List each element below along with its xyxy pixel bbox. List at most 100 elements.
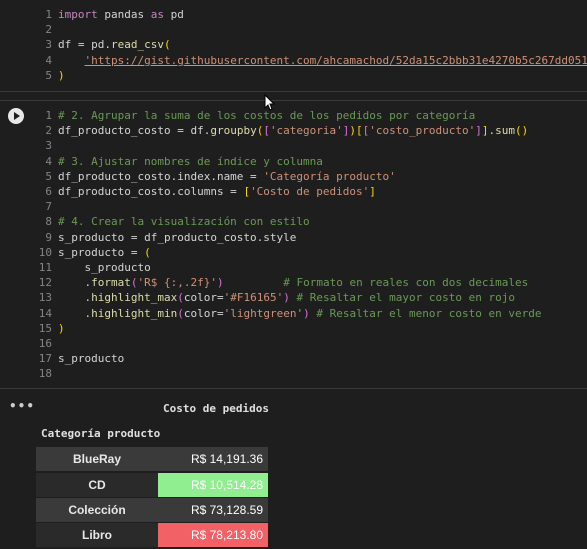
play-icon xyxy=(14,112,20,120)
code-text: 'https://gist.githubusercontent.com/ahca… xyxy=(58,53,587,68)
code-line[interactable]: 10 s_producto = ( xyxy=(0,245,151,260)
code-token: s_producto = df_producto_costo.style xyxy=(58,230,297,244)
code-token: s_producto = xyxy=(58,245,145,259)
code-line[interactable]: 5) xyxy=(0,68,65,83)
code-token: format xyxy=(91,276,131,290)
code-token: color= xyxy=(183,291,224,305)
code-line[interactable]: 1 import pandas as pd xyxy=(0,7,184,22)
code-token: # Resaltar el menor costo en verde xyxy=(316,306,542,320)
code-line[interactable]: 12 .format('R$ {:,.2f}') # Formato en re… xyxy=(0,275,529,290)
line-number: 5 xyxy=(45,68,52,82)
code-line[interactable]: 2 xyxy=(0,22,58,37)
code-token: ( xyxy=(144,245,151,259)
code-token: 'R$ {:,.2f}' xyxy=(137,276,217,290)
row-index-label: BlueRay xyxy=(36,447,158,471)
code-token: pd xyxy=(163,8,184,21)
code-token: ( xyxy=(130,276,138,290)
run-cell-button[interactable] xyxy=(8,108,24,124)
code-token: # 3. Ajustar nombres de índice y columna xyxy=(58,154,323,168)
code-line[interactable]: 6 df_producto_costo.columns = ['Costo de … xyxy=(0,184,376,199)
code-token: sum xyxy=(495,124,516,138)
code-line[interactable]: 16 xyxy=(0,336,58,351)
code-token: ( xyxy=(177,306,184,320)
code-line[interactable]: 17 s_producto xyxy=(0,351,124,366)
code-text: import pandas as pd xyxy=(58,7,184,22)
line-number: 5 xyxy=(45,169,52,183)
line-number: 1 xyxy=(45,8,52,21)
code-token: groupby xyxy=(210,124,257,138)
code-token: 'Costo de pedidos' xyxy=(250,185,370,198)
code-text: s_producto xyxy=(58,260,150,275)
code-text: df = pd.read_csv( xyxy=(58,37,171,52)
code-token: ] xyxy=(481,124,489,138)
code-line[interactable]: 1 # 2. Agrupar la suma de los costos de l… xyxy=(0,108,475,123)
line-number: 8 xyxy=(45,215,52,229)
line-number: 4 xyxy=(45,53,52,67)
code-cell-2[interactable]: 1 # 2. Agrupar la suma de los costos de l… xyxy=(0,100,587,389)
code-text: s_producto = ( xyxy=(58,245,151,260)
code-line[interactable]: 7 xyxy=(0,199,58,214)
code-token: ( xyxy=(163,38,171,52)
code-line[interactable]: 2 df_producto_costo = df.groupby(['catego… xyxy=(0,123,528,138)
code-token: # 4. Crear la visualización con estilo xyxy=(58,215,310,229)
code-token: df_producto_costo.index.name = xyxy=(58,169,264,183)
code-token: ) xyxy=(216,276,224,290)
code-line[interactable]: 13 .highlight_max(color='#F16165') # Res… xyxy=(0,290,515,305)
table-row: Colección R$ 73,128.59 xyxy=(36,498,268,522)
code-line[interactable]: 3 xyxy=(0,138,58,153)
code-token: ) xyxy=(58,321,65,335)
row-value-cell: R$ 10,514.28 xyxy=(158,473,268,497)
index-header: Categoría producto xyxy=(41,427,161,440)
mouse-cursor-icon xyxy=(264,94,276,111)
column-header: Costo de pedidos xyxy=(163,402,269,415)
code-token: highlight_max xyxy=(91,291,178,305)
code-token: ( xyxy=(177,291,184,305)
line-number: 11 xyxy=(38,261,52,274)
code-line[interactable]: 9 s_producto = df_producto_costo.style xyxy=(0,230,296,245)
code-token: ] xyxy=(475,124,482,138)
code-cell-1[interactable]: 1 import pandas as pd 2 3 df = pd.read_csv(4… xyxy=(0,0,587,92)
code-text: # 3. Ajustar nombres de índice y columna xyxy=(58,154,323,169)
row-value-cell: R$ 14,191.36 xyxy=(158,447,268,471)
line-number: 13 xyxy=(38,291,52,305)
line-number: 3 xyxy=(45,38,52,52)
code-token: ) xyxy=(58,68,65,82)
row-index-label: Colección xyxy=(36,498,158,522)
code-text: df_producto_costo = df.groupby(['categor… xyxy=(58,123,528,138)
code-token: highlight_min xyxy=(91,306,178,320)
code-line[interactable]: 18 xyxy=(0,366,58,381)
code-token: s_producto xyxy=(58,352,125,366)
output-more-icon[interactable]: ••• xyxy=(9,399,35,413)
code-line[interactable]: 3 df = pd.read_csv( xyxy=(0,37,171,52)
code-token: as xyxy=(150,8,164,21)
code-text: df_producto_costo.columns = ['Costo de p… xyxy=(58,184,376,199)
code-line[interactable]: 4 # 3. Ajustar nombres de índice y column… xyxy=(0,154,323,169)
code-text: .highlight_max(color='#F16165') # Resalt… xyxy=(58,290,515,305)
code-line[interactable]: 15) xyxy=(0,321,65,336)
table-row: Libro R$ 78,213.80 xyxy=(36,523,268,547)
code-token: . xyxy=(58,291,92,305)
code-token: pandas xyxy=(97,8,151,21)
code-line[interactable]: 8 # 4. Crear la visualización con estilo xyxy=(0,214,310,229)
code-text: df_producto_costo.index.name = 'Categorí… xyxy=(58,169,396,184)
line-number: 14 xyxy=(38,306,52,320)
code-token: 'Categoría producto' xyxy=(263,169,396,183)
code-line[interactable]: 5 df_producto_costo.index.name = 'Categor… xyxy=(0,169,396,184)
code-line[interactable]: 11 s_producto xyxy=(0,260,151,275)
row-index-label: Libro xyxy=(36,523,158,547)
line-number: 16 xyxy=(38,337,52,350)
code-text: s_producto xyxy=(58,351,124,366)
code-text: .format('R$ {:,.2f}') # Formato en reale… xyxy=(58,275,528,290)
code-line[interactable]: 14 .highlight_min(color='lightgreen') # … xyxy=(0,306,542,321)
table-row: BlueRay R$ 14,191.36 xyxy=(36,447,268,471)
code-token: 'categoria' xyxy=(269,124,343,138)
code-token: df_producto_costo = df. xyxy=(58,124,211,138)
code-token: color= xyxy=(183,306,224,320)
code-text: s_producto = df_producto_costo.style xyxy=(58,230,296,245)
code-token: 'https://gist.githubusercontent.com/ahca… xyxy=(84,53,587,67)
line-number: 10 xyxy=(38,245,52,259)
code-line[interactable]: 4 'https://gist.githubusercontent.com/ah… xyxy=(0,53,587,68)
code-token: . xyxy=(58,306,92,320)
